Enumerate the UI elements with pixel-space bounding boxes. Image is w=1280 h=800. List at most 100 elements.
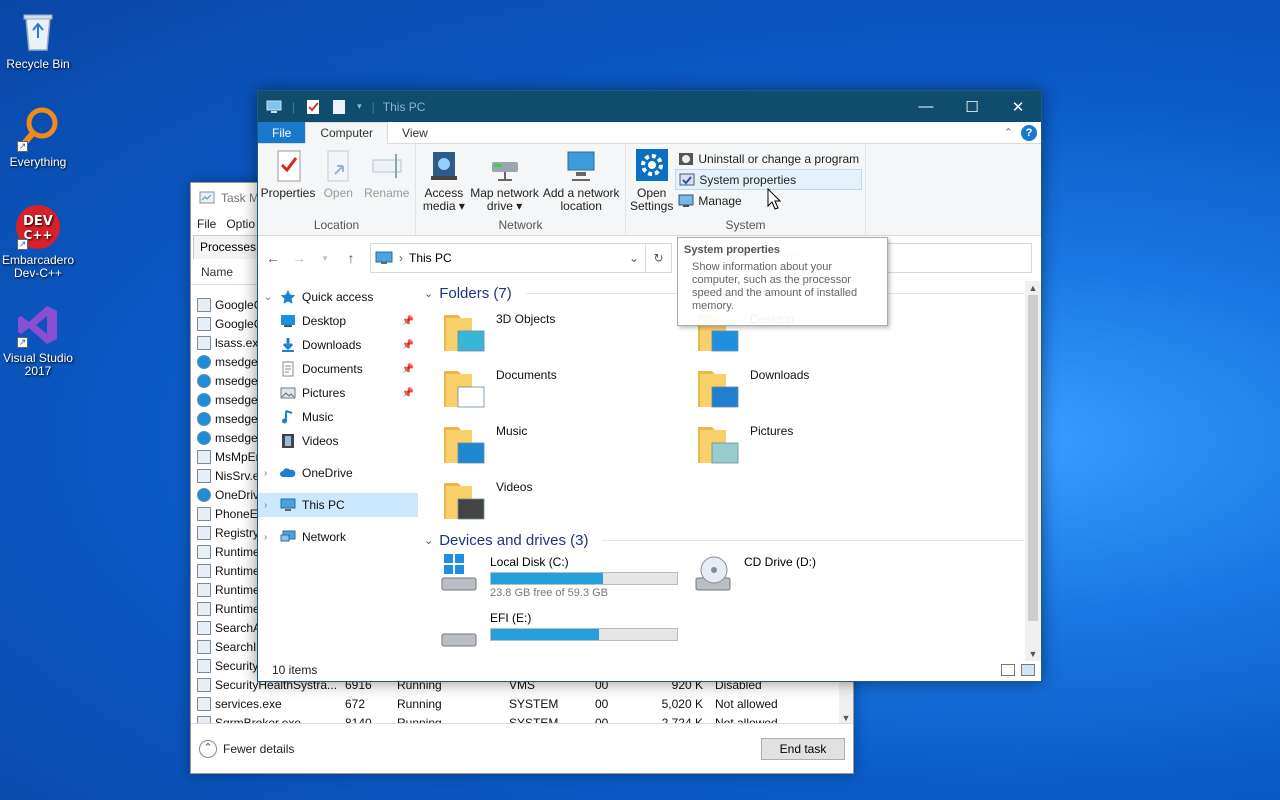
nav-videos[interactable]: Videos — [258, 429, 418, 453]
drive-label: CD Drive (D:) — [744, 555, 816, 569]
pin-icon[interactable]: 📌 — [402, 388, 414, 399]
drives-header-label: Devices and drives (3) — [439, 531, 589, 549]
pin-icon[interactable]: 📌 — [402, 340, 414, 351]
address-bar[interactable]: › This PC ⌄ — [370, 243, 646, 273]
fewer-details-button[interactable]: ⌃ Fewer details — [199, 739, 294, 758]
menu-options[interactable]: Optio — [226, 217, 255, 231]
nav-network[interactable]: › Network — [258, 525, 418, 549]
breadcrumb-separator-icon: › — [399, 251, 403, 265]
desktop-icon-visual-studio[interactable]: ↗ Visual Studio 2017 — [0, 302, 76, 378]
cell-pid: 672 — [345, 696, 366, 711]
folder-item[interactable]: Videos — [424, 473, 678, 529]
process-icon — [197, 430, 211, 445]
expand-chevron-icon[interactable]: › — [264, 500, 276, 511]
tab-file[interactable]: File — [258, 122, 306, 143]
folder-item[interactable]: Music — [424, 417, 678, 473]
document-icon — [282, 361, 294, 377]
forward-arrow-icon[interactable]: → — [292, 250, 306, 266]
nav-onedrive[interactable]: › OneDrive — [258, 461, 418, 485]
minimize-button[interactable]: — — [903, 91, 949, 122]
open-icon — [327, 150, 349, 182]
new-folder-icon[interactable] — [331, 99, 347, 114]
help-icon[interactable]: ? — [1021, 124, 1037, 141]
properties-check-icon[interactable] — [305, 99, 321, 114]
process-icon — [197, 525, 211, 540]
drive-icon — [441, 633, 477, 647]
drives-section-header[interactable]: ⌄ Devices and drives (3) — [424, 528, 1024, 552]
uninstall-program-button[interactable]: Uninstall or change a program — [675, 148, 862, 169]
table-row[interactable]: services.exe 672 Running SYSTEM 00 5,020 K Not… — [191, 694, 841, 713]
process-icon — [197, 449, 211, 464]
system-properties-tooltip: System properties Show information about… — [677, 237, 888, 326]
address-dropdown-icon[interactable]: ⌄ — [629, 251, 645, 265]
desktop-icon-devcpp[interactable]: DEV C++ ↗ Embarcadero Dev-C++ — [0, 204, 76, 280]
collapse-ribbon-icon[interactable]: ⌃ — [1004, 126, 1013, 139]
up-arrow-icon[interactable]: ↑ — [344, 250, 358, 266]
nav-label: Videos — [302, 434, 339, 448]
tab-view[interactable]: View — [388, 122, 442, 143]
nav-downloads[interactable]: Downloads 📌 — [258, 333, 418, 357]
properties-icon — [277, 150, 301, 182]
folder-item[interactable]: Documents — [424, 361, 678, 417]
network-icon — [280, 530, 296, 542]
details-view-icon[interactable] — [1001, 664, 1015, 676]
desktop-icon-recycle-bin[interactable]: Recycle Bin — [0, 8, 76, 71]
window-controls: — ☐ ✕ — [903, 91, 1041, 122]
quick-access-toolbar: | ▾ | — [258, 99, 375, 114]
ribbon-right-controls: ⌃ ? — [1004, 122, 1041, 143]
desktop-icon-label: Recycle Bin — [6, 57, 70, 71]
explorer-titlebar[interactable]: | ▾ | This PC — ☐ ✕ — [258, 91, 1041, 122]
close-button[interactable]: ✕ — [995, 91, 1041, 122]
expand-chevron-icon[interactable]: ⌄ — [264, 292, 276, 303]
nav-desktop[interactable]: Desktop 📌 — [258, 309, 418, 333]
drive-item-c[interactable]: Local Disk (C:) 23.8 GB free of 59.3 GB — [424, 552, 678, 608]
refresh-button[interactable]: ↻ — [646, 243, 672, 273]
ribbon: Properties Open Rename Location Access m… — [258, 144, 1041, 236]
folder-item[interactable]: 3D Objects — [424, 305, 678, 361]
window-title: This PC — [382, 99, 426, 114]
nav-documents[interactable]: Documents 📌 — [258, 357, 418, 381]
ribbon-group-system: Open Settings Uninstall or change a prog… — [626, 144, 866, 235]
nav-this-pc[interactable]: › This PC — [258, 493, 418, 517]
drive-item-d[interactable]: CD Drive (D:) — [678, 552, 932, 608]
process-icon — [197, 354, 211, 369]
breadcrumb-this-pc[interactable]: This PC — [409, 251, 452, 265]
desktop-icon-label: Everything — [9, 155, 67, 169]
large-icons-view-icon[interactable] — [1021, 664, 1035, 676]
scroll-down-icon[interactable]: ▼ — [1025, 649, 1041, 659]
menu-file[interactable]: File — [197, 217, 216, 231]
nav-music[interactable]: Music — [258, 405, 418, 429]
scroll-down-icon[interactable]: ▼ — [839, 713, 853, 723]
end-task-button[interactable]: End task — [761, 737, 845, 760]
back-arrow-icon[interactable]: ← — [266, 250, 280, 266]
maximize-button[interactable]: ☐ — [949, 91, 995, 122]
folder-item[interactable]: Downloads — [678, 361, 932, 417]
folder-item[interactable]: Pictures — [678, 417, 932, 473]
nav-pictures[interactable]: Pictures 📌 — [258, 381, 418, 405]
process-icon — [197, 335, 211, 350]
pin-icon[interactable]: 📌 — [402, 316, 414, 327]
scroll-up-icon[interactable]: ▲ — [1025, 283, 1041, 293]
tab-processes[interactable]: Processes — [193, 235, 264, 259]
drive-item-e[interactable]: EFI (E:) — [424, 608, 678, 661]
nav-label: Quick access — [302, 290, 374, 304]
nav-quick-access[interactable]: ⌄ Quick access — [258, 285, 418, 309]
cell-name: services.exe — [215, 696, 282, 711]
system-properties-button[interactable]: System properties — [675, 169, 863, 190]
recent-locations-chevron-icon[interactable]: ▾ — [318, 253, 332, 264]
content-scrollbar[interactable]: ▲ ▼ — [1025, 281, 1041, 661]
item-count: 10 items — [272, 663, 318, 677]
folder-label: 3D Objects — [496, 312, 556, 326]
customize-qat-dropdown-icon[interactable]: ▾ — [357, 101, 362, 112]
expand-chevron-icon[interactable]: › — [264, 532, 276, 543]
scroll-thumb[interactable] — [1028, 295, 1038, 621]
expand-chevron-icon[interactable]: › — [264, 468, 276, 479]
desktop-icon-everything[interactable]: ↗ Everything — [0, 106, 76, 169]
folder-icon — [444, 427, 485, 464]
pin-icon[interactable]: 📌 — [402, 364, 414, 375]
download-arrow-icon — [282, 338, 294, 352]
process-icon — [197, 563, 211, 578]
collapse-chevron-icon: ⌄ — [424, 534, 434, 547]
file-explorer-window[interactable]: | ▾ | This PC — ☐ ✕ File Computer View ⌃… — [257, 90, 1042, 682]
tab-computer[interactable]: Computer — [305, 122, 389, 144]
